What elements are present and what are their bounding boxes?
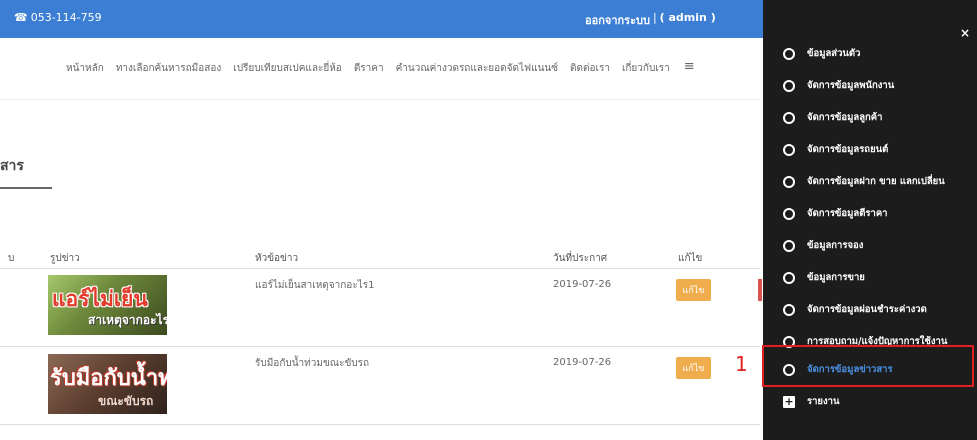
panel-item-label: ข้อมูลการขาย [807, 272, 865, 283]
panel-item-label: รายงาน [807, 396, 840, 407]
radio-icon [783, 79, 795, 92]
table-row: แอร์ไม่เย็น สาเหตุจากอะไร แอร์ไม่เย็นสาเ… [0, 269, 762, 347]
panel-item-appraisal[interactable]: จัดการข้อมูลตีราคา [783, 206, 888, 221]
nav-home[interactable]: หน้าหลัก [66, 61, 104, 76]
separator: | [652, 11, 657, 24]
panel-item-bookings[interactable]: ข้อมูลการจอง [783, 238, 863, 253]
main-nav: หน้าหลัก ทางเลือกค้นหารถมือสอง เปรียบเที… [0, 38, 760, 100]
radio-icon [783, 111, 795, 124]
radio-icon [783, 303, 795, 316]
col-header-headline: หัวข้อข่าว [255, 253, 299, 264]
highlight-box [762, 345, 974, 387]
phone-number: 053-114-759 [30, 11, 102, 24]
panel-item-label: ข้อมูลส่วนตัว [807, 48, 861, 59]
nav-about[interactable]: เกี่ยวกับเรา [622, 61, 670, 76]
table-row: รับมือกับน้ำท่วม ขณะขับรถ รับมือกับน้ำท่… [0, 347, 760, 425]
edit-button[interactable]: แก้ไข [676, 279, 711, 301]
table-header: บ รูปข่าว หัวข้อข่าว วันที่ประกาศ แก้ไข [0, 242, 760, 269]
hamburger-menu-icon[interactable]: ≡ [684, 60, 695, 76]
page-title: สาร [0, 158, 24, 174]
annotation-number: 1 [735, 352, 748, 376]
delete-button[interactable] [758, 279, 762, 301]
radio-icon [783, 271, 795, 284]
title-underline [0, 187, 52, 189]
news-table: บ รูปข่าว หัวข้อข่าว วันที่ประกาศ แก้ไข … [0, 242, 762, 425]
thumbnail-subtext: ขณะขับรถ [98, 394, 154, 408]
panel-item-consignment[interactable]: จัดการข้อมูลฝาก ขาย แลกเปลี่ยน [783, 174, 945, 189]
close-icon[interactable]: × [960, 26, 970, 40]
radio-icon [783, 143, 795, 156]
panel-item-sales[interactable]: ข้อมูลการขาย [783, 270, 865, 285]
phone-icon: ☎ [14, 11, 28, 24]
nav-contact[interactable]: ติดต่อเรา [570, 61, 610, 76]
thumbnail-subtext: สาเหตุจากอะไร [88, 313, 167, 327]
radio-icon [783, 239, 795, 252]
phone-contact: ☎ 053-114-759 [14, 11, 102, 24]
nav-appraisal[interactable]: ตีราคา [354, 61, 384, 76]
edit-button[interactable]: แก้ไข [676, 357, 711, 379]
col-header-order: บ [8, 253, 15, 264]
col-header-image: รูปข่าว [50, 253, 80, 264]
username: ( admin ) [659, 11, 716, 24]
panel-item-label: จัดการข้อมูลตีราคา [807, 208, 888, 219]
panel-item-label: จัดการข้อมูลฝาก ขาย แลกเปลี่ยน [807, 176, 945, 187]
radio-icon [783, 207, 795, 220]
panel-item-profile[interactable]: ข้อมูลส่วนตัว [783, 46, 860, 61]
panel-item-employees[interactable]: จัดการข้อมูลพนักงาน [783, 78, 894, 93]
panel-item-label: ข้อมูลการจอง [807, 240, 864, 251]
nav-compare-specs[interactable]: เปรียบเทียบสเปคและยี่ห้อ [233, 61, 342, 76]
panel-item-customers[interactable]: จัดการข้อมูลลูกค้า [783, 110, 882, 125]
panel-item-installments[interactable]: จัดการข้อมูลผ่อนชำระค่างวด [783, 302, 927, 317]
news-date: 2019-07-26 [553, 279, 612, 290]
col-header-edit: แก้ไข [678, 253, 703, 264]
col-header-date: วันที่ประกาศ [553, 253, 608, 264]
news-headline: รับมือกับน้ำท่วมขณะขับรถ [255, 358, 370, 369]
panel-item-label: จัดการข้อมูลพนักงาน [807, 80, 895, 91]
news-thumbnail: รับมือกับน้ำท่วม ขณะขับรถ [48, 354, 167, 414]
logout-link[interactable]: ออกจากระบบ [585, 11, 650, 29]
panel-item-cars[interactable]: จัดการข้อมูลรถยนต์ [783, 142, 888, 157]
thumbnail-text: รับมือกับน้ำท่วม [50, 366, 167, 391]
plus-icon: + [783, 394, 795, 408]
panel-item-label: จัดการข้อมูลลูกค้า [807, 112, 883, 123]
nav-search-used-cars[interactable]: ทางเลือกค้นหารถมือสอง [116, 61, 221, 76]
news-headline: แอร์ไม่เย็นสาเหตุจากอะไร1 [255, 280, 375, 291]
news-thumbnail: แอร์ไม่เย็น สาเหตุจากอะไร [48, 275, 167, 335]
user-area: ออกจากระบบ | ( admin ) [585, 11, 716, 29]
radio-icon [783, 175, 795, 188]
panel-item-label: จัดการข้อมูลรถยนต์ [807, 144, 889, 155]
panel-item-reports[interactable]: + รายงาน [783, 394, 839, 409]
nav-loan-calculator[interactable]: คำนวณค่างวดรถและยอดจัดไฟแนนซ์ [396, 61, 558, 76]
panel-item-label: จัดการข้อมูลผ่อนชำระค่างวด [807, 304, 927, 315]
radio-icon [783, 47, 795, 60]
news-date: 2019-07-26 [553, 357, 612, 368]
